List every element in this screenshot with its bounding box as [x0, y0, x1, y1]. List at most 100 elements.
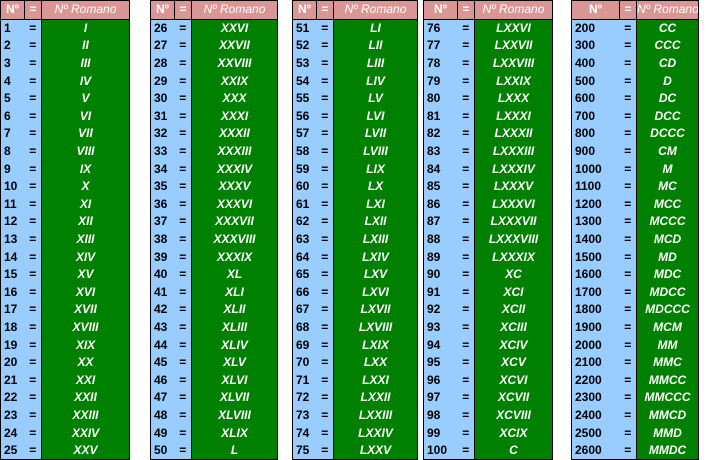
table-row: 98 = XCVIII — [423, 406, 553, 425]
arabic-number-cell: 92 — [423, 301, 458, 319]
roman-numeral-cell: XCVII — [474, 389, 553, 407]
roman-numeral-cell: IX — [41, 160, 130, 178]
equals-sign-cell: = — [457, 142, 475, 161]
arabic-number-cell: 18 — [0, 318, 25, 337]
roman-numeral-cell: LXII — [333, 213, 418, 231]
equals-sign-cell: = — [457, 107, 475, 126]
table-row: 51 = LI — [292, 19, 418, 38]
roman-numeral-cell: III — [41, 54, 130, 73]
equals-sign-cell: = — [24, 301, 42, 319]
roman-numeral-cell: LI — [333, 19, 418, 38]
equals-sign-cell: = — [24, 72, 42, 90]
table-row: 91 = XCI — [423, 283, 553, 302]
roman-numeral-cell: XLVI — [191, 371, 278, 390]
roman-numeral-cell: LXXII — [333, 389, 418, 407]
equals-sign-cell: = — [24, 213, 42, 231]
header-roman-cell: Nº Romano — [41, 0, 130, 20]
table-row: 7 = VII — [0, 125, 130, 143]
table-row: 67 = LXVII — [292, 301, 418, 319]
table-row: 64 = LXIV — [292, 248, 418, 266]
arabic-number-cell: 89 — [423, 248, 458, 266]
roman-numeral-cell: XXXIII — [191, 142, 278, 161]
table-row: 1200 = MCC — [571, 195, 699, 214]
table-row: 66 = LXVI — [292, 283, 418, 302]
arabic-number-cell: 1200 — [571, 195, 620, 214]
roman-numeral-cell: XXVI — [191, 19, 278, 38]
table-row: 54 = LIV — [292, 72, 418, 90]
equals-sign-cell: = — [316, 19, 334, 38]
equals-sign-cell: = — [174, 301, 192, 319]
table-header-row: Nº = Nº Romano — [0, 0, 130, 20]
arabic-number-cell: 700 — [571, 107, 620, 126]
equals-sign-cell: = — [619, 72, 637, 90]
arabic-number-cell: 69 — [292, 336, 317, 354]
equals-sign-cell: = — [174, 19, 192, 38]
equals-sign-cell: = — [457, 89, 475, 108]
roman-numeral-cell: XLII — [191, 301, 278, 319]
roman-numeral-cell: XXVII — [191, 37, 278, 55]
arabic-number-cell: 1500 — [571, 248, 620, 266]
roman-numeral-cell: MMCD — [636, 406, 699, 425]
roman-numeral-cell: LXXXIII — [474, 142, 553, 161]
roman-numeral-cell: XXX — [191, 89, 278, 108]
table-row: 75 = LXXV — [292, 441, 418, 460]
roman-numeral-cell: XXXVII — [191, 213, 278, 231]
arabic-number-cell: 13 — [0, 230, 25, 249]
table-row: 48 = XLVIII — [150, 406, 278, 425]
arabic-number-cell: 1600 — [571, 265, 620, 284]
roman-numeral-cell: LXXVIII — [474, 54, 553, 73]
equals-sign-cell: = — [619, 265, 637, 284]
arabic-number-cell: 1000 — [571, 160, 620, 178]
equals-sign-cell: = — [174, 177, 192, 196]
arabic-number-cell: 200 — [571, 19, 620, 38]
equals-sign-cell: = — [457, 441, 475, 460]
table-row: 4 = IV — [0, 72, 130, 90]
arabic-number-cell: 37 — [150, 213, 175, 231]
table-row: 15 = XV — [0, 265, 130, 284]
arabic-number-cell: 80 — [423, 89, 458, 108]
arabic-number-cell: 49 — [150, 424, 175, 442]
roman-numeral-cell: DCC — [636, 107, 699, 126]
equals-sign-cell: = — [619, 125, 637, 143]
equals-sign-cell: = — [24, 424, 42, 442]
equals-sign-cell: = — [316, 54, 334, 73]
equals-sign-cell: = — [24, 441, 42, 460]
header-roman-cell: Nº Romano — [636, 0, 699, 20]
equals-sign-cell: = — [457, 125, 475, 143]
table-row: 53 = LIII — [292, 54, 418, 73]
equals-sign-cell: = — [316, 389, 334, 407]
arabic-number-cell: 57 — [292, 125, 317, 143]
equals-sign-cell: = — [457, 177, 475, 196]
equals-sign-cell: = — [619, 248, 637, 266]
roman-numeral-cell: MDCCC — [636, 301, 699, 319]
equals-sign-cell: = — [24, 195, 42, 214]
table-header-row: Nº = Nº Romano — [292, 0, 418, 20]
arabic-number-cell: 600 — [571, 89, 620, 108]
arabic-number-cell: 4 — [0, 72, 25, 90]
header-equals-cell: = — [619, 0, 637, 20]
equals-sign-cell: = — [174, 125, 192, 143]
roman-numeral-cell: XCV — [474, 353, 553, 372]
table-row: 400 = CD — [571, 54, 699, 73]
arabic-number-cell: 27 — [150, 37, 175, 55]
arabic-number-cell: 33 — [150, 142, 175, 161]
arabic-number-cell: 68 — [292, 318, 317, 337]
equals-sign-cell: = — [619, 301, 637, 319]
arabic-number-cell: 2400 — [571, 406, 620, 425]
roman-numeral-cell: MC — [636, 177, 699, 196]
table-row: 43 = XLIII — [150, 318, 278, 337]
arabic-number-cell: 61 — [292, 195, 317, 214]
arabic-number-cell: 91 — [423, 283, 458, 302]
table-row: 1600 = MDC — [571, 265, 699, 284]
roman-numeral-cell: L — [191, 441, 278, 460]
table-row: 47 = XLVII — [150, 389, 278, 407]
equals-sign-cell: = — [316, 37, 334, 55]
equals-sign-cell: = — [457, 54, 475, 73]
equals-sign-cell: = — [24, 37, 42, 55]
table-row: 57 = LVII — [292, 125, 418, 143]
equals-sign-cell: = — [174, 406, 192, 425]
table-row: 41 = XLI — [150, 283, 278, 302]
equals-sign-cell: = — [619, 283, 637, 302]
arabic-number-cell: 7 — [0, 125, 25, 143]
roman-numeral-cell: MCM — [636, 318, 699, 337]
